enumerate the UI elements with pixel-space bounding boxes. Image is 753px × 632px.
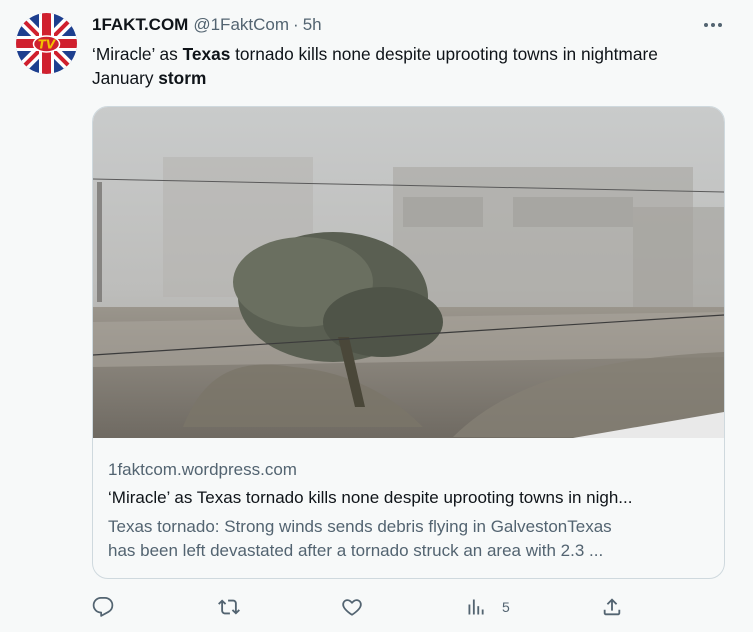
more-options-button[interactable] [700,14,726,36]
like-button[interactable] [341,594,363,620]
views-count: 5 [502,599,510,615]
more-dot-icon [711,23,715,27]
more-dot-icon [718,23,722,27]
author-handle[interactable]: @1FaktCom [193,15,289,35]
card-image[interactable] [93,107,724,438]
tweet-text-part: ‘Miracle’ as [92,44,183,64]
views-chart-icon [468,599,484,615]
share-icon [603,598,621,616]
card-description: Texas tornado: Strong winds sends debris… [108,515,708,563]
action-bar: 5 [0,594,753,620]
link-card[interactable]: 1faktcom.wordpress.com ‘Miracle’ as Texa… [92,106,725,579]
tweet[interactable]: TV 1FAKT.COM @1FaktCom · 5h ‘Miracle’ as… [0,0,753,632]
tweet-text-bold: Texas [182,44,231,64]
heart-icon [342,599,362,616]
reply-icon [92,596,114,617]
share-button[interactable] [601,594,623,620]
more-dot-icon [704,23,708,27]
tweet-text: ‘Miracle’ as Texas tornado kills none de… [92,42,712,90]
tweet-text-bold: storm [158,68,207,88]
card-title: ‘Miracle’ as Texas tornado kills none de… [108,488,633,507]
card-description-line: Texas tornado: Strong winds sends debris… [108,517,612,536]
avatar[interactable]: TV [16,13,77,74]
svg-text:TV: TV [38,38,57,52]
tweet-header: 1FAKT.COM @1FaktCom · 5h [92,15,322,37]
union-jack-tv-logo: TV [16,13,77,74]
author-name[interactable]: 1FAKT.COM [92,15,188,35]
card-description-line: has been left devastated after a tornado… [108,541,604,560]
card-domain: 1faktcom.wordpress.com [108,460,297,479]
timestamp[interactable]: 5h [303,15,322,35]
reply-button[interactable] [92,594,114,620]
separator-dot: · [293,15,299,34]
retweet-icon [218,599,240,615]
retweet-button[interactable] [217,594,241,620]
views-button[interactable]: 5 [466,594,510,620]
storm-photo-image [93,107,724,438]
